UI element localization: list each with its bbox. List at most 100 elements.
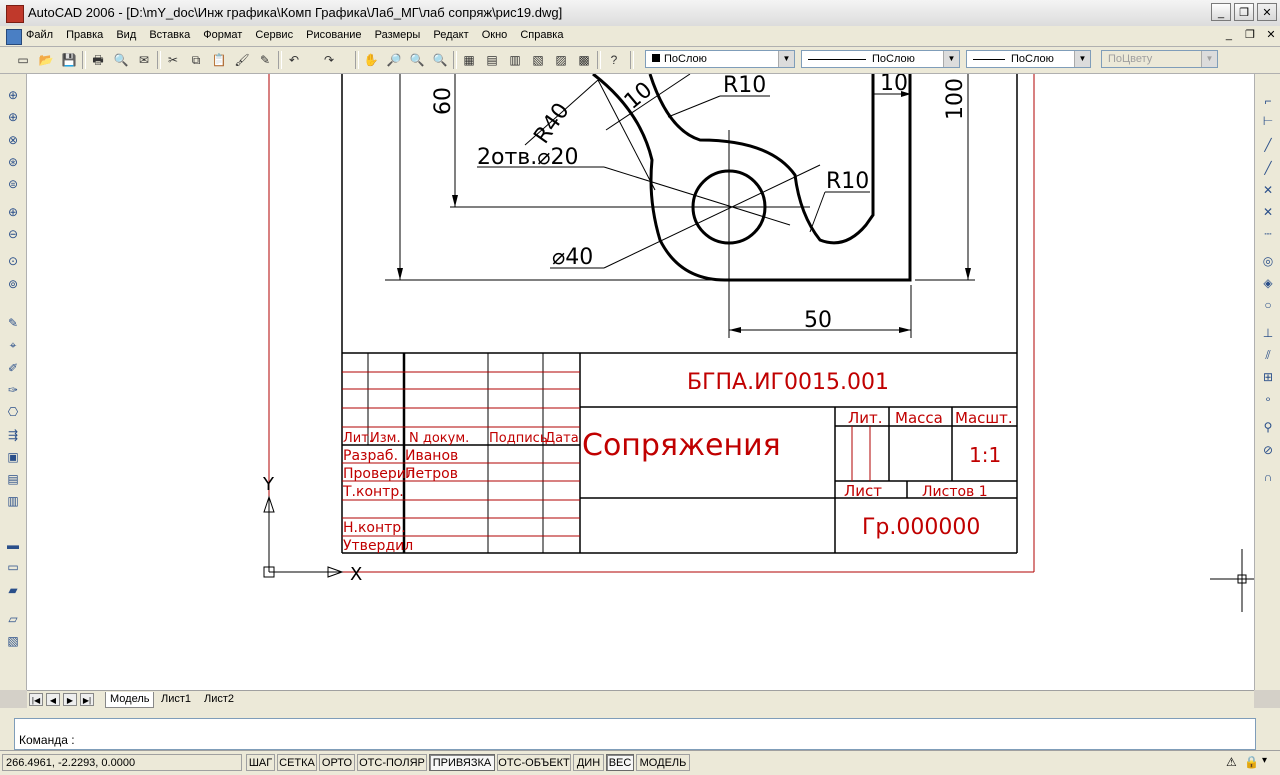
next-tab-button[interactable]: ▶	[63, 693, 77, 706]
zoom-extents-icon[interactable]: ⊚	[4, 275, 22, 293]
doc-restore-button[interactable]: ❐	[1241, 28, 1259, 41]
undo-icon[interactable]: ↶	[285, 51, 303, 69]
dim-aligned-icon[interactable]: ▭	[4, 558, 22, 576]
zoom-previous-icon[interactable]: 🔍	[431, 51, 449, 69]
temp-track-icon[interactable]: ⌐	[1259, 92, 1277, 110]
status-menu-icon[interactable]: ▾	[1262, 755, 1276, 769]
snap-intersection-icon[interactable]: ✕	[1259, 181, 1277, 199]
snap-tangent-icon[interactable]: ○	[1259, 296, 1277, 314]
calculator-icon[interactable]: ▩	[575, 51, 593, 69]
snap-perpendicular-icon[interactable]: ⊥	[1259, 324, 1277, 342]
snap-parallel-icon[interactable]: ⫽	[1259, 346, 1277, 364]
tab-model[interactable]: Модель	[105, 692, 155, 708]
minimize-button[interactable]: _	[1211, 3, 1231, 21]
snap-none-icon[interactable]: ⊘	[1259, 441, 1277, 459]
coordinate-readout[interactable]: 266.4961, -2.2293, 0.0000	[2, 754, 242, 771]
block-editor-icon[interactable]: ✎	[256, 51, 274, 69]
properties-icon[interactable]: ▦	[460, 51, 478, 69]
snap-quadrant-icon[interactable]: ◈	[1259, 274, 1277, 292]
help-icon[interactable]: ?	[605, 51, 623, 69]
zoom-window-icon[interactable]: ⊕	[4, 86, 22, 104]
menu-help[interactable]: Справка	[520, 29, 563, 41]
osnap-settings-icon[interactable]: ∩	[1259, 468, 1277, 486]
tab-layout2[interactable]: Лист2	[200, 692, 238, 707]
zoom-out-icon[interactable]: ⊖	[4, 225, 22, 243]
tab-layout1[interactable]: Лист1	[157, 692, 195, 707]
menu-modify[interactable]: Редакт	[433, 29, 468, 41]
otrack-toggle[interactable]: ОТС-ОБЪЕКТ	[497, 754, 571, 771]
inquiry-area-icon[interactable]: ⌖	[4, 336, 22, 354]
color-combo[interactable]: ПоСлою ▼	[645, 50, 795, 68]
inquiry-time-icon[interactable]: ⇶	[4, 426, 22, 444]
save-icon[interactable]: 💾	[60, 51, 78, 69]
ortho-toggle[interactable]: ОРТО	[319, 754, 355, 771]
snap-toggle[interactable]: ШАГ	[246, 754, 275, 771]
snap-center-icon[interactable]: ◎	[1259, 252, 1277, 270]
menu-edit[interactable]: Правка	[66, 29, 103, 41]
zoom-realtime-icon[interactable]: 🔎	[385, 51, 403, 69]
zoom-dynamic-icon[interactable]: ⊕	[4, 108, 22, 126]
new-icon[interactable]: ▭	[14, 51, 32, 69]
first-tab-button[interactable]: |◀	[29, 693, 43, 706]
dim-baseline-icon[interactable]: ▱	[4, 610, 22, 628]
inquiry-locate-icon[interactable]: ⎔	[4, 403, 22, 421]
linetype-combo[interactable]: ПоСлою ▼	[801, 50, 960, 68]
command-line[interactable]: Команда :	[14, 718, 1256, 750]
drawing-canvas[interactable]: 60 R40 10 R10 10 100 2отв.⌀20 R10 ⌀40 50	[27, 74, 1254, 690]
copy-icon[interactable]: ⧉	[187, 51, 205, 69]
snap-from-icon[interactable]: ⊢	[1259, 112, 1277, 130]
dim-ordinate-icon[interactable]: ▰	[4, 581, 22, 599]
zoom-object-icon[interactable]: ⊜	[4, 175, 22, 193]
tool-palettes-icon[interactable]: ▥	[506, 51, 524, 69]
model-toggle[interactable]: МОДЕЛЬ	[636, 754, 690, 771]
comm-center-icon[interactable]: ⚠	[1226, 755, 1240, 769]
prev-tab-button[interactable]: ◀	[46, 693, 60, 706]
doc-close-button[interactable]: ✕	[1262, 28, 1280, 41]
menu-window[interactable]: Окно	[482, 29, 508, 41]
dyn-toggle[interactable]: ДИН	[573, 754, 604, 771]
inquiry-region-icon[interactable]: ✐	[4, 359, 22, 377]
design-center-icon[interactable]: ▤	[483, 51, 501, 69]
lwt-toggle[interactable]: ВЕС	[606, 754, 634, 771]
snap-insert-icon[interactable]: ⊞	[1259, 368, 1277, 386]
match-properties-icon[interactable]: 🖌	[233, 51, 251, 69]
menu-view[interactable]: Вид	[116, 29, 136, 41]
menu-format[interactable]: Формат	[203, 29, 242, 41]
lineweight-combo[interactable]: ПоСлою ▼	[966, 50, 1091, 68]
zoom-scale-icon[interactable]: ⊗	[4, 131, 22, 149]
snap-endpoint-icon[interactable]: ╱	[1259, 136, 1277, 154]
inquiry-list-icon[interactable]: ✑	[4, 381, 22, 399]
doc-minimize-button[interactable]: _	[1220, 29, 1238, 41]
zoom-center-icon[interactable]: ⊛	[4, 153, 22, 171]
chevron-down-icon[interactable]: ▼	[943, 51, 959, 67]
inquiry-distance-icon[interactable]: ✎	[4, 314, 22, 332]
print-preview-icon[interactable]: 🔍	[112, 51, 130, 69]
polar-toggle[interactable]: ОТС-ПОЛЯР	[357, 754, 427, 771]
document-icon[interactable]	[6, 29, 22, 45]
dim-linear-icon[interactable]: ▬	[4, 536, 22, 554]
chevron-down-icon[interactable]: ▼	[1074, 51, 1090, 67]
zoom-in-icon[interactable]: ⊕	[4, 203, 22, 221]
publish-icon[interactable]: ✉	[135, 51, 153, 69]
zoom-all-icon[interactable]: ⊙	[4, 252, 22, 270]
inquiry-status-icon[interactable]: ▣	[4, 448, 22, 466]
grid-toggle[interactable]: СЕТКА	[277, 754, 317, 771]
maximize-button[interactable]: ❐	[1234, 3, 1254, 21]
lock-icon[interactable]: 🔒	[1244, 755, 1259, 769]
menu-insert[interactable]: Вставка	[149, 29, 190, 41]
markup-icon[interactable]: ▨	[552, 51, 570, 69]
cut-icon[interactable]: ✂	[164, 51, 182, 69]
dim-continue-icon[interactable]: ▧	[4, 632, 22, 650]
inquiry-mass-icon[interactable]: ▥	[4, 492, 22, 510]
redo-icon[interactable]: ↷	[320, 51, 338, 69]
menu-tools[interactable]: Сервис	[255, 29, 293, 41]
snap-apparent-icon[interactable]: ✕	[1259, 203, 1277, 221]
menu-draw[interactable]: Рисование	[306, 29, 361, 41]
snap-node-icon[interactable]: ∘	[1259, 390, 1277, 408]
snap-midpoint-icon[interactable]: ╱	[1259, 159, 1277, 177]
inquiry-setvar-icon[interactable]: ▤	[4, 470, 22, 488]
snap-nearest-icon[interactable]: ⚲	[1259, 418, 1277, 436]
menu-dimension[interactable]: Размеры	[375, 29, 421, 41]
sheet-set-icon[interactable]: ▧	[529, 51, 547, 69]
menu-file[interactable]: Файл	[26, 29, 53, 41]
